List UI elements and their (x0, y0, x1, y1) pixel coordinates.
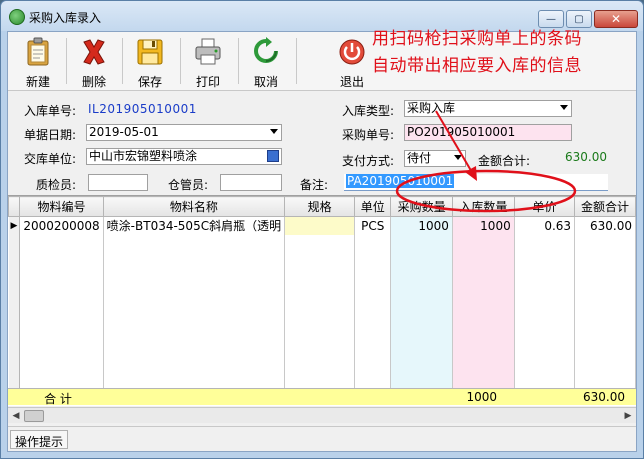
annotation-arrow-line (435, 110, 474, 175)
annotation-ellipse (395, 169, 577, 213)
annotation-overlay (395, 110, 577, 213)
annotation-arrowhead (465, 166, 477, 181)
